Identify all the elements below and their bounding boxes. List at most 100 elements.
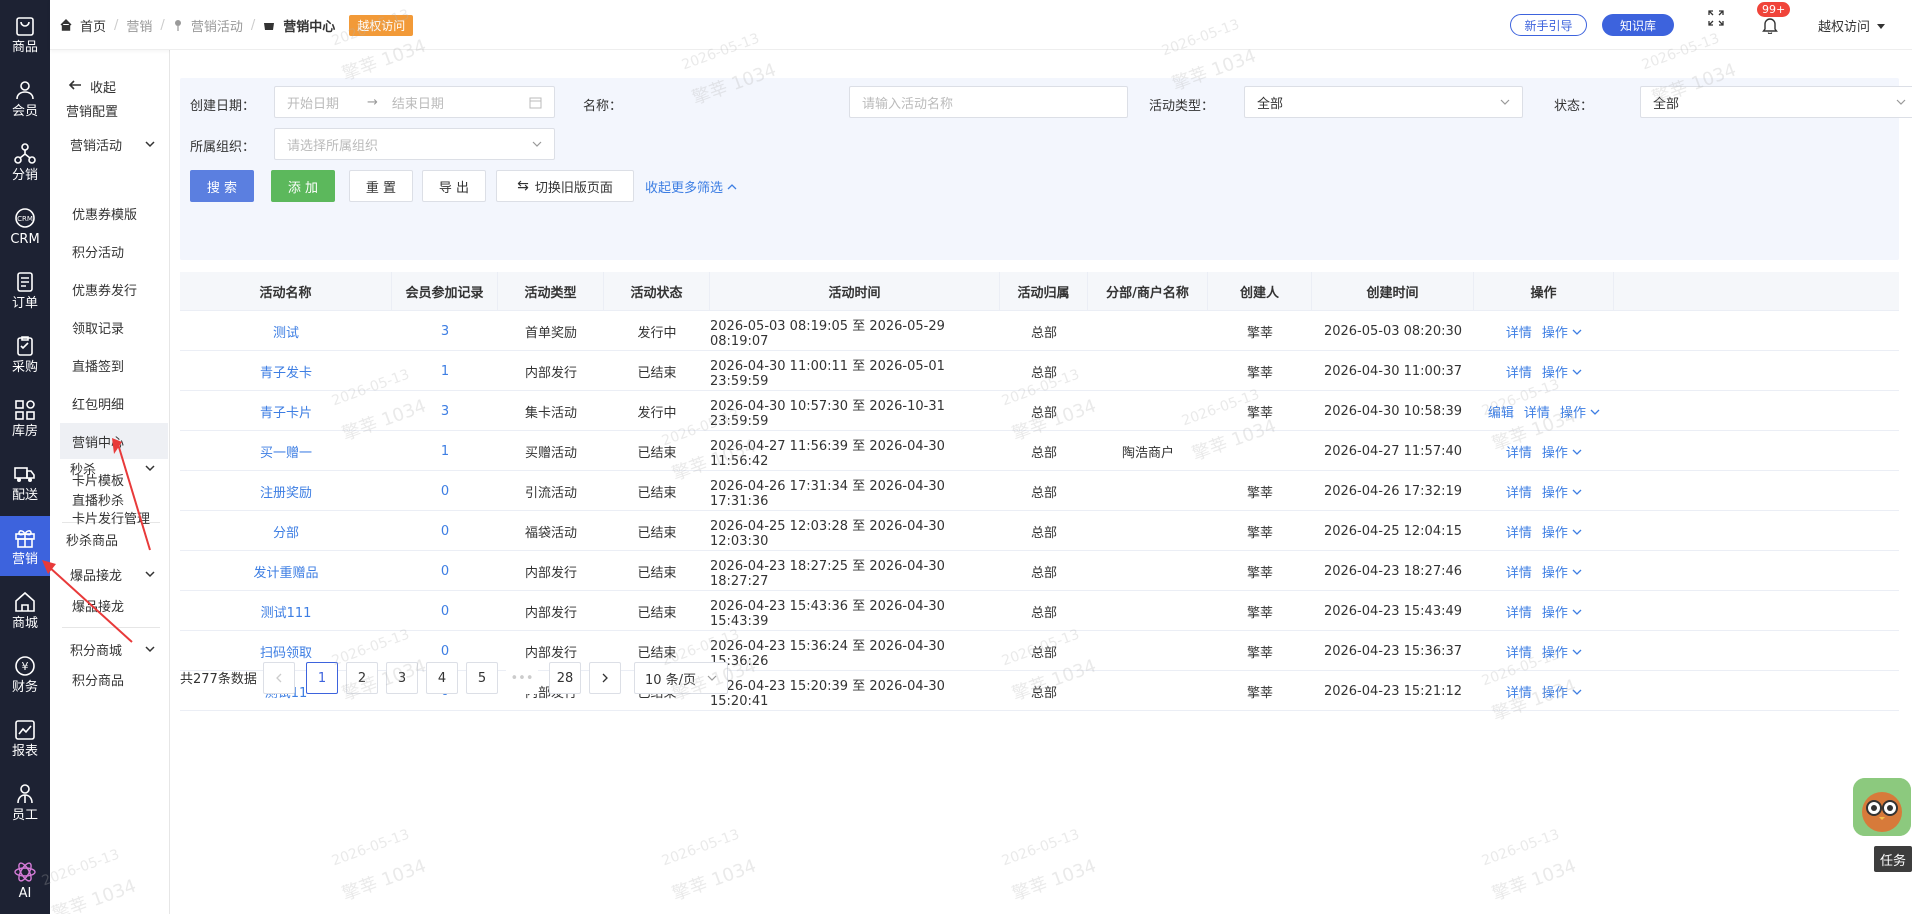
prev-page-button[interactable] [263, 662, 295, 694]
menu-item-9[interactable]: 卡片发行管理 [50, 499, 170, 535]
detail-link[interactable]: 详情 [1506, 522, 1532, 541]
assistant-mascot[interactable] [1853, 778, 1911, 836]
search-button[interactable]: 搜 索 [190, 170, 254, 202]
member-record-link[interactable]: 0 [392, 552, 498, 591]
detail-link[interactable]: 详情 [1506, 322, 1532, 341]
more-actions-dropdown[interactable]: 操作 [1542, 642, 1582, 661]
page-button[interactable]: 3 [386, 662, 418, 694]
member-record-link[interactable]: 0 [392, 512, 498, 551]
breadcrumb-activity[interactable]: 营销活动 [191, 16, 243, 35]
more-actions-dropdown[interactable]: 操作 [1542, 682, 1582, 701]
rail-item-order[interactable]: 订单 [0, 260, 50, 320]
chevron-down-icon [1896, 99, 1906, 105]
rail-item-crm[interactable]: CRM CRM [0, 196, 50, 256]
rail-item-staff[interactable]: 员工 [0, 772, 50, 832]
detail-link[interactable]: 详情 [1506, 642, 1532, 661]
more-actions-dropdown[interactable]: 操作 [1542, 442, 1582, 461]
menu-item-8[interactable]: 卡片模板 [50, 461, 170, 497]
page-button[interactable]: 2 [346, 662, 378, 694]
rail-item-purchase[interactable]: 采购 [0, 324, 50, 384]
rail-item-warehouse[interactable]: 库房 [0, 388, 50, 448]
knowledge-base-button[interactable]: 知识库 [1602, 14, 1674, 36]
activity-name-link[interactable]: 注册奖励 [180, 472, 392, 511]
breadcrumb-marketing[interactable]: 营销 [126, 16, 152, 35]
switch-old-page-button[interactable]: ⇆ 切换旧版页面 [496, 170, 634, 202]
export-button[interactable]: 导 出 [422, 170, 486, 202]
activity-name-link[interactable]: 青子发卡 [180, 352, 392, 391]
more-actions-dropdown[interactable]: 操作 [1542, 602, 1582, 621]
page-button[interactable]: 4 [426, 662, 458, 694]
member-record-link[interactable]: 0 [392, 592, 498, 631]
more-actions-dropdown[interactable]: 操作 [1560, 402, 1600, 421]
org-select[interactable]: 请选择所属组织 [274, 128, 555, 160]
rail-item-ai[interactable]: AI [0, 850, 50, 910]
activity-name-link[interactable]: 买一赠一 [180, 432, 392, 471]
menu-group-marketing-activity[interactable]: 营销活动 [50, 126, 170, 162]
bell-icon[interactable] [1762, 16, 1778, 38]
menu-item-hot-relay[interactable]: 爆品接龙 [50, 587, 170, 623]
user-menu[interactable]: 越权访问 [1818, 16, 1886, 35]
rail-item-report[interactable]: 报表 [0, 708, 50, 768]
detail-link[interactable]: 详情 [1524, 402, 1550, 421]
page-button[interactable]: 1 [306, 662, 338, 694]
rail-item-mall[interactable]: 商城 [0, 580, 50, 640]
menu-item-2[interactable]: 积分活动 [50, 233, 170, 269]
rail-item-product[interactable]: 商品 [0, 4, 50, 64]
activity-name-link[interactable]: 分部 [180, 512, 392, 551]
more-actions-dropdown[interactable]: 操作 [1542, 522, 1582, 541]
column-header: 活动归属 [1000, 272, 1088, 311]
page-size-select[interactable]: 10 条/页 [634, 662, 728, 694]
menu-item-6[interactable]: 红包明细 [50, 385, 170, 421]
activity-name-link[interactable]: 青子卡片 [180, 392, 392, 431]
member-record-link[interactable]: 3 [392, 392, 498, 431]
breadcrumb-home[interactable]: 首页 [80, 16, 106, 35]
collapse-more-filter-link[interactable]: 收起更多筛选 [645, 177, 737, 196]
menu-item-marketing-config[interactable]: 营销配置 [50, 92, 170, 128]
menu-item-5[interactable]: 直播签到 [50, 347, 170, 383]
add-button[interactable]: 添 加 [271, 170, 335, 202]
rail-item-delivery[interactable]: 配送 [0, 452, 50, 512]
detail-link[interactable]: 详情 [1506, 562, 1532, 581]
date-range-input[interactable]: 开始日期 → 结束日期 [274, 86, 555, 118]
member-record-link[interactable]: 0 [392, 472, 498, 511]
menu-item-3[interactable]: 优惠券发行 [50, 271, 170, 307]
rail-item-gift[interactable]: 营销 [0, 516, 50, 576]
menu-item-7[interactable]: 营销中心 [60, 423, 168, 459]
rail-item-distribution[interactable]: 分销 [0, 132, 50, 192]
member-record-link[interactable]: 1 [392, 352, 498, 391]
more-actions-dropdown[interactable]: 操作 [1542, 362, 1582, 381]
guide-button[interactable]: 新手引导 [1510, 14, 1587, 36]
page-button[interactable]: 5 [466, 662, 498, 694]
menu-item-4[interactable]: 领取记录 [50, 309, 170, 345]
detail-link[interactable]: 详情 [1506, 362, 1532, 381]
reset-button[interactable]: 重 置 [349, 170, 413, 202]
detail-link[interactable]: 详情 [1506, 442, 1532, 461]
status-select[interactable]: 全部 [1640, 86, 1912, 118]
member-record-link[interactable]: 3 [392, 312, 498, 351]
fullscreen-icon[interactable] [1708, 10, 1724, 30]
task-button[interactable]: 任务 [1874, 846, 1912, 872]
rail-item-finance[interactable]: ¥ 财务 [0, 644, 50, 704]
more-actions-dropdown[interactable]: 操作 [1542, 322, 1582, 341]
activity-name-link[interactable]: 发计重赠品 [180, 552, 392, 591]
name-input[interactable]: 请输入活动名称 [849, 86, 1128, 118]
rail-item-member[interactable]: 会员 [0, 68, 50, 128]
activity-name-link[interactable]: 测试 [180, 312, 392, 351]
more-actions-dropdown[interactable]: 操作 [1542, 562, 1582, 581]
next-page-button[interactable] [589, 662, 621, 694]
page-button[interactable]: 28 [549, 662, 581, 694]
type-select[interactable]: 全部 [1244, 86, 1523, 118]
member-record-link[interactable]: 1 [392, 432, 498, 471]
edit-link[interactable]: 编辑 [1488, 402, 1514, 421]
detail-link[interactable]: 详情 [1506, 482, 1532, 501]
breadcrumb-current: 营销中心 [283, 19, 336, 35]
menu-item-1[interactable]: 优惠券模版 [50, 195, 170, 231]
menu-item-points-goods[interactable]: 积分商品 [50, 661, 170, 697]
creator: 擎莘 [1246, 406, 1273, 421]
detail-link[interactable]: 详情 [1506, 682, 1532, 701]
action-label: 操作 [1541, 526, 1568, 541]
table-row: 青子发卡 1 内部发行 已结束 2026-04-30 11:00:11 至 2026-0… [180, 352, 1899, 391]
more-actions-dropdown[interactable]: 操作 [1542, 482, 1582, 501]
activity-name-link[interactable]: 测试111 [180, 592, 392, 631]
detail-link[interactable]: 详情 [1506, 602, 1532, 621]
